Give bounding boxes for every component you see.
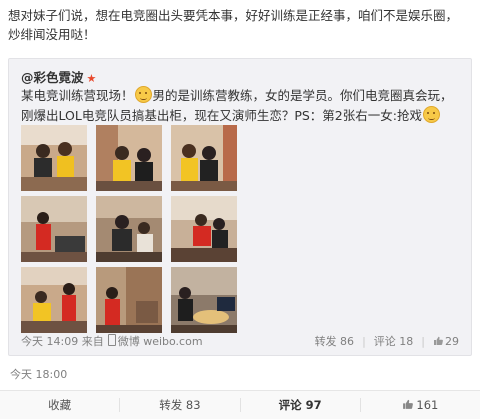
photo-thumbnail[interactable] <box>171 196 237 262</box>
star-icon: ★ <box>86 72 97 85</box>
repost-text: 某电竞训练营现场！ 男的是训练营教练，女的是学员。你们电竞圈真会玩，刚爆出LOL电… <box>21 86 461 126</box>
action-bar: 收藏 转发 83 评论 97 161 <box>0 390 480 419</box>
forward-button[interactable]: 转发 83 <box>120 398 241 412</box>
post-text: 想对妹子们说，想在电竞圈出头要凭本事，好好训练是正经事，咱们不是娱乐圈，炒绯闻没… <box>8 8 459 42</box>
smile-emoji-icon <box>422 106 440 123</box>
repost-source[interactable]: 微博 weibo.com <box>118 335 203 348</box>
phone-icon <box>107 334 116 346</box>
repost-meta: 今天 14:09 来自 微博 weibo.com <box>21 333 203 349</box>
photo-thumbnail[interactable] <box>171 125 237 191</box>
repost-time[interactable]: 今天 14:09 来自 <box>21 335 104 348</box>
photo-thumbnail[interactable] <box>21 196 87 262</box>
repost-author[interactable]: @彩色霓波 ★ <box>21 67 96 86</box>
repost-forward-link[interactable]: 转发 86 <box>315 333 355 349</box>
repost-comment-link[interactable]: 评论 18 <box>374 333 414 349</box>
repost-like-button[interactable]: 29 <box>433 335 459 348</box>
repost-like-count: 29 <box>445 335 459 348</box>
repost-actions: 转发 86 | 评论 18 | 29 <box>315 333 459 349</box>
photo-thumbnail[interactable] <box>96 125 162 191</box>
photo-thumbnail[interactable] <box>21 125 87 191</box>
repost-card: @彩色霓波 ★ 某电竞训练营现场！ 男的是训练营教练，女的是学员。你们电竞圈真会玩，… <box>8 58 472 356</box>
collect-button[interactable]: 收藏 <box>0 398 121 412</box>
like-button[interactable]: 161 <box>361 398 480 412</box>
grin-emoji-icon <box>134 86 152 103</box>
thumbs-up-icon <box>403 399 414 409</box>
post-time[interactable]: 今天 18:00 <box>10 366 67 382</box>
repost-author-name[interactable]: @彩色霓波 <box>21 70 84 85</box>
photo-thumbnail[interactable] <box>21 267 87 333</box>
comment-button[interactable]: 评论 97 <box>241 398 361 412</box>
thumbs-up-icon <box>434 336 443 345</box>
divider: | <box>421 335 425 348</box>
divider: | <box>362 335 366 348</box>
photo-thumbnail[interactable] <box>96 196 162 262</box>
repost-text-part1: 某电竞训练营现场！ <box>21 88 134 103</box>
photo-thumbnail[interactable] <box>96 267 162 333</box>
photo-thumbnail[interactable] <box>171 267 237 333</box>
like-count: 161 <box>416 398 439 412</box>
